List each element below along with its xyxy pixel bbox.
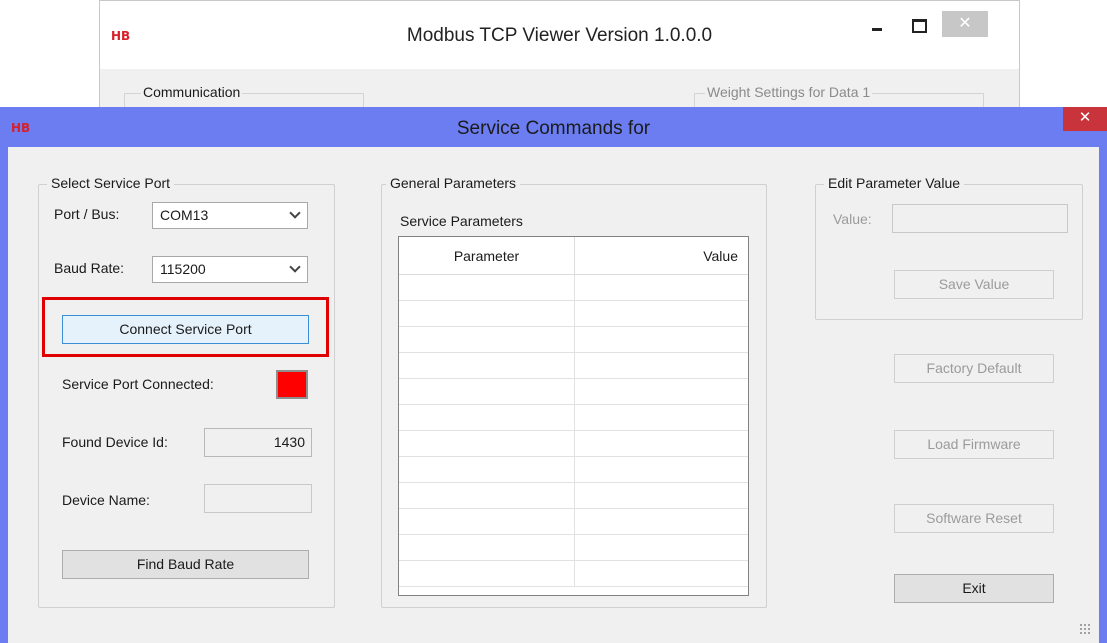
chevron-down-icon [289,261,301,273]
table-row[interactable] [399,379,748,405]
maximize-button[interactable] [905,11,931,37]
found-device-id-field: 1430 [204,428,312,457]
table-row[interactable] [399,405,748,431]
table-row[interactable] [399,535,748,561]
dialog-title: Service Commands for [456,118,651,139]
save-value-button[interactable]: Save Value [894,270,1054,299]
grid-header: Parameter Value [399,237,748,275]
load-firmware-button[interactable]: Load Firmware [894,430,1054,459]
column-header-parameter[interactable]: Parameter [399,237,575,275]
table-row[interactable] [399,275,748,301]
table-row[interactable] [399,509,748,535]
device-name-label: Device Name: [62,492,150,508]
service-port-connected-label: Service Port Connected: [62,376,214,392]
service-parameters-label: Service Parameters [400,213,523,229]
select-service-port-title: Select Service Port [47,175,175,191]
column-header-value[interactable]: Value [575,237,748,275]
found-device-id-label: Found Device Id: [62,434,168,450]
find-baud-rate-button[interactable]: Find Baud Rate [62,550,309,579]
background-close-button[interactable]: ✕ [942,11,988,37]
communication-group-title: Communication [141,84,243,100]
baud-rate-select[interactable]: 115200 [152,256,308,283]
table-row[interactable] [399,483,748,509]
baud-rate-label: Baud Rate: [54,260,125,276]
general-parameters-title: General Parameters [386,175,521,191]
minimize-button[interactable] [863,11,889,37]
dialog-titlebar: HB Service Commands for ✕ [0,107,1107,147]
device-name-field [204,484,312,513]
table-row[interactable] [399,301,748,327]
connection-status-indicator [276,370,308,399]
chevron-down-icon [289,207,301,219]
value-label: Value: [833,211,872,227]
service-parameters-grid[interactable]: Parameter Value [398,236,749,596]
dialog-close-button[interactable]: ✕ [1063,107,1107,131]
connect-service-port-button[interactable]: Connect Service Port [62,315,309,344]
port-bus-value: COM13 [160,207,209,223]
factory-default-button[interactable]: Factory Default [894,354,1054,383]
table-row[interactable] [399,457,748,483]
weight-settings-group-title: Weight Settings for Data 1 [705,84,873,100]
table-row[interactable] [399,561,748,587]
parameter-value-field[interactable] [892,204,1068,233]
software-reset-button[interactable]: Software Reset [894,504,1054,533]
background-window: HB Modbus TCP Viewer Version 1.0.0.0 ✕ C… [99,0,1020,133]
background-titlebar: HB Modbus TCP Viewer Version 1.0.0.0 ✕ [100,1,1019,69]
table-row[interactable] [399,327,748,353]
table-row[interactable] [399,431,748,457]
port-bus-select[interactable]: COM13 [152,202,308,229]
baud-rate-value: 115200 [160,261,206,277]
table-row[interactable] [399,353,748,379]
port-bus-label: Port / Bus: [54,206,120,222]
resize-grip-icon[interactable] [1079,623,1091,635]
edit-parameter-value-title: Edit Parameter Value [824,175,965,191]
exit-button[interactable]: Exit [894,574,1054,603]
